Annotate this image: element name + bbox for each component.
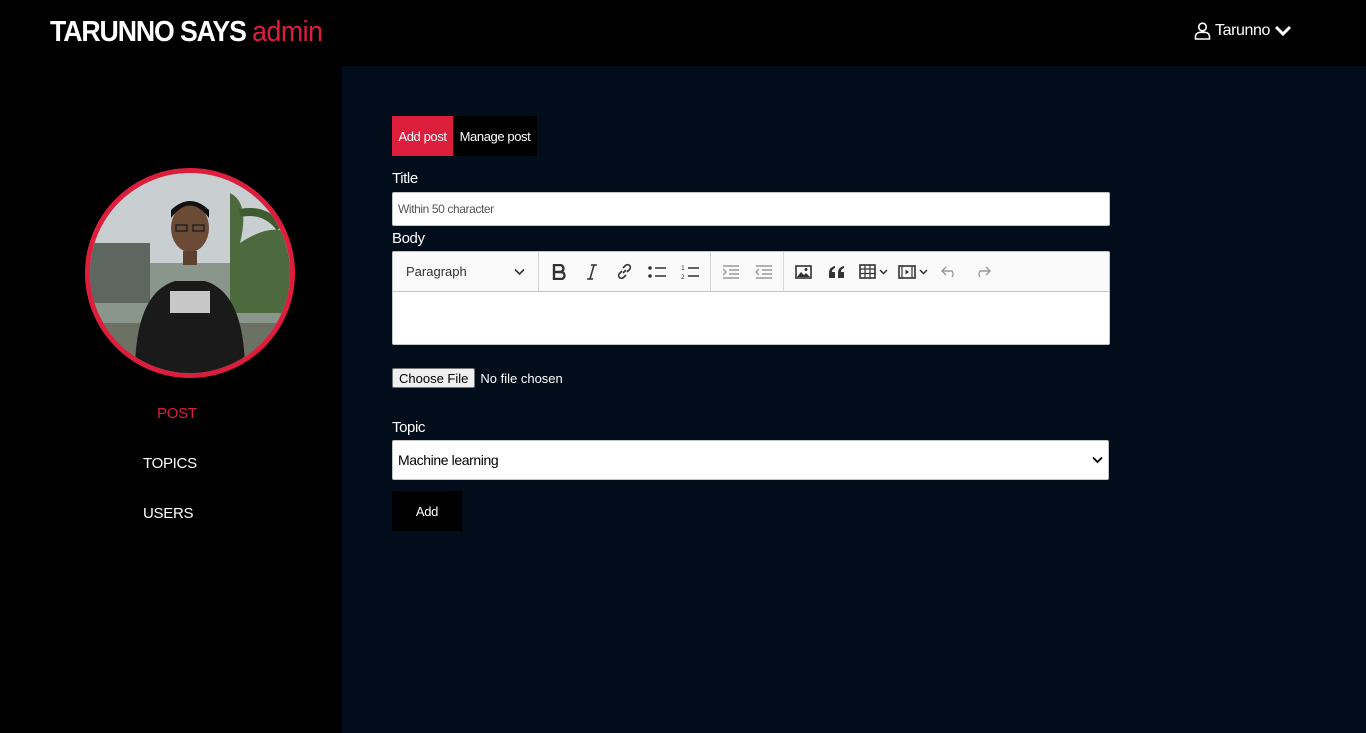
chevron-down-icon [919,268,928,275]
heading-dropdown[interactable]: Paragraph [393,252,539,291]
main-content: Add post Manage post Title Body Paragrap… [342,66,1366,733]
sidebar: POST TOPICS USERS [0,66,342,733]
bulleted-list-icon[interactable] [641,252,674,292]
numbered-list-icon[interactable]: 12 [674,252,707,292]
sidebar-item-topics[interactable]: TOPICS [143,455,197,472]
editor-toolbar: Paragraph 12 [393,251,1109,292]
image-icon[interactable] [787,252,820,292]
bold-icon[interactable] [542,252,575,292]
chevron-down-icon [514,264,525,279]
sidebar-item-post[interactable]: POST [157,405,197,422]
italic-icon[interactable] [575,252,608,292]
link-icon[interactable] [608,252,641,292]
avatar [85,168,295,378]
user-icon [1194,22,1211,40]
title-label: Title [392,170,418,187]
redo-icon[interactable] [966,252,999,292]
choose-file-button[interactable]: Choose File [392,368,476,388]
outdent-icon[interactable] [747,252,780,292]
brand-admin-label: admin [252,16,323,48]
blockquote-icon[interactable] [820,252,853,292]
svg-text:2: 2 [681,274,685,280]
add-button[interactable]: Add [392,491,462,531]
avatar-photo [90,173,290,373]
chevron-down-icon [1092,451,1103,469]
brand-logo[interactable]: TARUNNO SAYS admin [50,16,323,49]
topic-select[interactable]: Machine learning [392,440,1109,480]
editor-content-area[interactable] [393,292,1109,344]
topic-select-value: Machine learning [398,452,499,468]
table-icon[interactable] [853,252,893,292]
chevron-down-icon [1274,24,1292,38]
indent-icon[interactable] [714,252,747,292]
brand-name: TARUNNO SAYS [50,16,247,48]
file-upload: Choose File No file chosen [392,368,563,388]
topic-label: Topic [392,419,426,436]
body-label: Body [392,230,425,247]
user-menu[interactable]: Tarunno [1194,22,1292,40]
undo-icon[interactable] [933,252,966,292]
svg-text:1: 1 [681,265,685,272]
sidebar-item-users[interactable]: USERS [143,505,193,522]
file-status: No file chosen [480,370,563,386]
heading-dropdown-value: Paragraph [406,264,467,279]
user-name: Tarunno [1215,22,1271,39]
tab-add-post[interactable]: Add post [392,116,453,156]
tab-manage-post[interactable]: Manage post [453,116,537,156]
rich-text-editor: Paragraph 12 [392,251,1110,345]
title-input[interactable] [392,192,1110,226]
top-bar: TARUNNO SAYS admin Tarunno [0,0,1366,66]
media-icon[interactable] [893,252,933,292]
chevron-down-icon [878,268,888,275]
